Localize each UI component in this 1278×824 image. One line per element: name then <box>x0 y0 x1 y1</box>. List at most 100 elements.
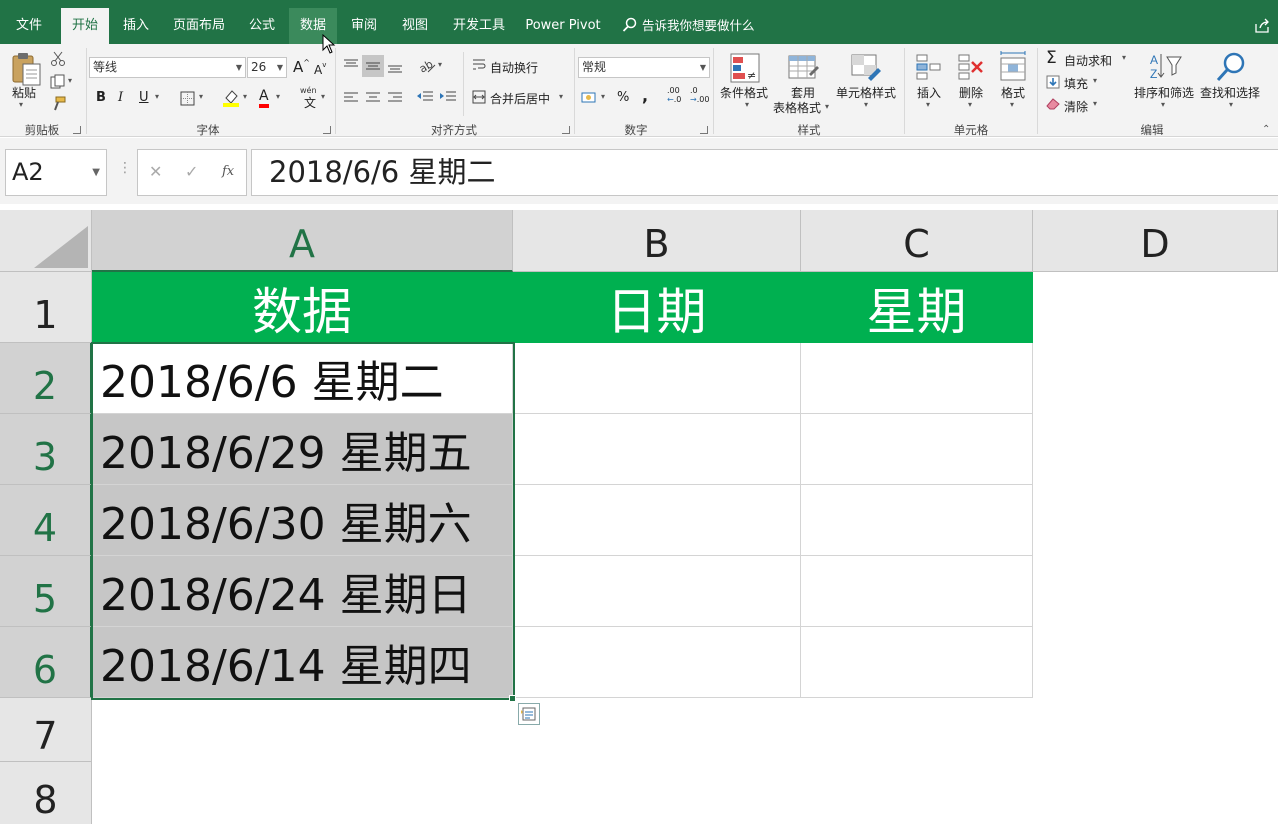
bold-button[interactable]: B <box>96 90 106 105</box>
tab-insert[interactable]: 插入 <box>112 8 160 44</box>
accounting-dropdown-arrow[interactable]: ▾ <box>601 92 605 101</box>
shrink-font-button[interactable]: Av <box>314 61 326 77</box>
clipboard-dialog-launcher[interactable] <box>73 126 81 134</box>
quick-analysis-button[interactable] <box>518 703 540 725</box>
font-dialog-launcher[interactable] <box>323 126 331 134</box>
formula-input[interactable]: 2018/6/6 星期二 <box>251 149 1278 196</box>
share-icon[interactable] <box>1254 18 1270 34</box>
format-painter-icon[interactable] <box>50 96 66 112</box>
tab-developer[interactable]: 开发工具 <box>443 8 515 44</box>
font-color-dropdown-arrow[interactable]: ▾ <box>276 92 280 101</box>
format-dropdown-arrow[interactable]: ▾ <box>1010 100 1014 109</box>
cell-b4[interactable] <box>513 485 801 556</box>
cell-styles-dropdown-arrow[interactable]: ▾ <box>864 100 868 109</box>
number-format-select[interactable]: 常规 ▼ <box>578 57 710 78</box>
align-right-icon[interactable] <box>387 91 403 105</box>
fill-color-dropdown-arrow[interactable]: ▾ <box>243 92 247 101</box>
find-select-icon[interactable] <box>1215 51 1247 83</box>
align-middle-button[interactable] <box>362 55 384 77</box>
cut-icon[interactable] <box>50 51 66 67</box>
font-size-select[interactable]: 26 ▼ <box>247 57 287 78</box>
row-header-2[interactable]: 2 <box>0 343 92 414</box>
tab-page-layout[interactable]: 页面布局 <box>163 8 235 44</box>
grow-font-button[interactable]: A^ <box>293 58 310 76</box>
cell-c1-header[interactable]: 星期 <box>801 272 1033 343</box>
align-top-icon[interactable] <box>343 58 359 72</box>
row-header-6[interactable]: 6 <box>0 627 92 698</box>
borders-icon[interactable] <box>180 91 195 106</box>
merge-center-icon[interactable] <box>472 90 486 104</box>
delete-dropdown-arrow[interactable]: ▾ <box>968 100 972 109</box>
tell-me-search[interactable]: 告诉我你想要做什么 <box>622 8 755 44</box>
underline-dropdown-arrow[interactable]: ▾ <box>155 92 159 101</box>
formula-bar-splitter-icon[interactable]: ⋮ <box>118 160 132 176</box>
delete-cells-label[interactable]: 删除 <box>959 84 983 101</box>
autosum-icon[interactable]: Σ <box>1046 49 1057 67</box>
align-left-icon[interactable] <box>343 91 359 105</box>
autosum-dropdown-arrow[interactable]: ▾ <box>1122 53 1126 62</box>
sort-filter-icon[interactable]: AZ <box>1148 51 1182 83</box>
decrease-indent-icon[interactable] <box>416 90 434 104</box>
tab-formulas[interactable]: 公式 <box>238 8 286 44</box>
collapse-ribbon-icon[interactable]: ⌃ <box>1262 124 1270 135</box>
format-as-table-icon[interactable] <box>787 52 819 84</box>
number-dialog-launcher[interactable] <box>700 126 708 134</box>
paste-dropdown-arrow[interactable]: ▾ <box>19 100 23 109</box>
paste-label[interactable]: 粘贴 <box>12 84 36 101</box>
cell-c3[interactable] <box>801 414 1033 485</box>
row-header-1[interactable]: 1 <box>0 272 92 343</box>
fill-handle[interactable] <box>509 695 516 702</box>
tab-review[interactable]: 审阅 <box>340 8 388 44</box>
phonetic-guide-icon[interactable]: 文 <box>304 94 316 111</box>
font-color-button[interactable]: A <box>259 88 269 108</box>
cell-b1-header[interactable]: 日期 <box>513 272 801 343</box>
increase-decimal-button[interactable]: .00 ←.0 <box>667 86 681 104</box>
row-header-8[interactable]: 8 <box>0 762 92 824</box>
underline-button[interactable]: U <box>139 90 149 105</box>
cell-b5[interactable] <box>513 556 801 627</box>
fill-color-icon[interactable] <box>222 88 240 108</box>
cell-a4[interactable]: 2018/6/30 星期六 <box>92 485 513 556</box>
cell-a1-header[interactable]: 数据 <box>92 272 513 343</box>
clear-dropdown-arrow[interactable]: ▾ <box>1093 99 1097 108</box>
format-as-table-label2[interactable]: 表格格式 <box>773 99 821 116</box>
conditional-formatting-icon[interactable]: ≠ <box>729 52 761 84</box>
column-header-d[interactable]: D <box>1033 210 1278 272</box>
find-select-label[interactable]: 查找和选择 <box>1200 84 1260 101</box>
orientation-dropdown-arrow[interactable]: ▾ <box>438 60 442 69</box>
cell-b6[interactable] <box>513 627 801 698</box>
cell-a6[interactable]: 2018/6/14 星期四 <box>92 627 513 698</box>
insert-cells-label[interactable]: 插入 <box>917 84 941 101</box>
decrease-decimal-button[interactable]: .0 →.00 <box>690 86 709 104</box>
delete-cells-icon[interactable] <box>956 52 986 82</box>
fill-down-icon[interactable] <box>1046 75 1060 89</box>
cell-c2[interactable] <box>801 343 1033 414</box>
conditional-formatting-label[interactable]: 条件格式 <box>720 84 768 101</box>
find-dropdown-arrow[interactable]: ▾ <box>1229 100 1233 109</box>
cell-b2[interactable] <box>513 343 801 414</box>
alignment-dialog-launcher[interactable] <box>562 126 570 134</box>
tab-view[interactable]: 视图 <box>391 8 439 44</box>
wrap-text-button[interactable]: 自动换行 <box>490 59 538 76</box>
accounting-format-icon[interactable] <box>581 90 599 106</box>
orientation-icon[interactable]: ab <box>418 57 436 75</box>
row-header-5[interactable]: 5 <box>0 556 92 627</box>
conditional-dropdown-arrow[interactable]: ▾ <box>745 100 749 109</box>
comma-style-button[interactable]: , <box>642 86 648 105</box>
cell-c6[interactable] <box>801 627 1033 698</box>
format-cells-label[interactable]: 格式 <box>1001 84 1025 101</box>
align-center-icon[interactable] <box>365 91 381 105</box>
cell-a5[interactable]: 2018/6/24 星期日 <box>92 556 513 627</box>
increase-indent-icon[interactable] <box>439 90 457 104</box>
sort-dropdown-arrow[interactable]: ▾ <box>1161 100 1165 109</box>
font-name-select[interactable]: 等线 ▼ <box>89 57 246 78</box>
eraser-icon[interactable] <box>1046 98 1060 110</box>
clear-button[interactable]: 清除 <box>1064 98 1088 115</box>
borders-dropdown-arrow[interactable]: ▾ <box>199 92 203 101</box>
cell-a2[interactable]: 2018/6/6 星期二 <box>92 343 513 414</box>
phonetic-dropdown-arrow[interactable]: ▾ <box>321 92 325 101</box>
merge-center-button[interactable]: 合并后居中 <box>490 90 550 107</box>
select-all-button[interactable] <box>0 210 92 272</box>
copy-icon[interactable] <box>50 74 66 90</box>
row-header-4[interactable]: 4 <box>0 485 92 556</box>
